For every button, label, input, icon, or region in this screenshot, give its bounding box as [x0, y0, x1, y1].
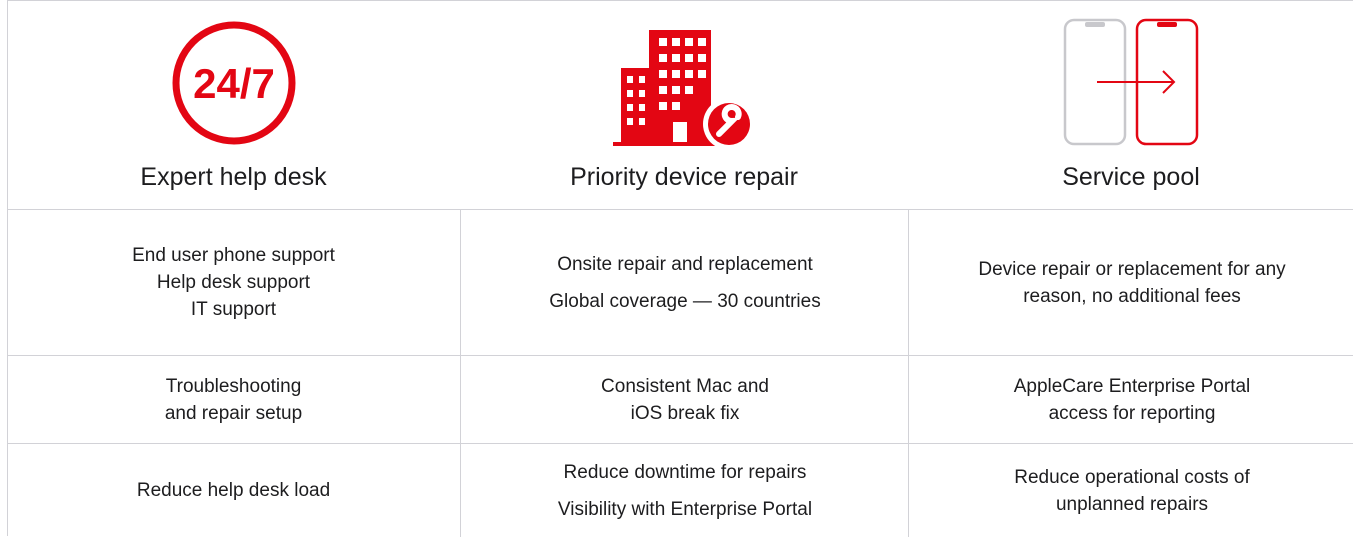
- table-cell-help-desk: Troubleshooting and repair setup: [8, 356, 459, 443]
- building-repair-icon: [460, 19, 908, 148]
- table-row: End user phone support Help desk support…: [8, 210, 1353, 356]
- cell-line: Reduce operational costs of: [1014, 466, 1250, 488]
- cell-line: Visibility with Enterprise Portal: [557, 498, 813, 520]
- cell-line: reason, no additional fees: [1023, 285, 1241, 307]
- table-cell-help-desk: Reduce help desk load: [8, 444, 459, 537]
- cell-line: and repair setup: [164, 402, 303, 424]
- table-cell-device-repair: Reduce downtime for repairs Visibility w…: [460, 444, 909, 537]
- header-title-service-pool: Service pool: [1062, 163, 1200, 191]
- 24-7-icon-text: 24/7: [193, 60, 275, 107]
- cell-line: Onsite repair and replacement: [557, 253, 813, 275]
- header-title-priority-device-repair: Priority device repair: [570, 163, 798, 191]
- header-priority-device-repair: Priority device repair: [460, 1, 908, 209]
- cell-line: End user phone support: [132, 245, 335, 266]
- cell-line: Reduce help desk load: [136, 480, 331, 501]
- table-cell-service-pool: Device repair or replacement for any rea…: [908, 210, 1353, 355]
- cell-line: iOS break fix: [630, 402, 740, 424]
- table-cell-device-repair: Onsite repair and replacement Global cov…: [460, 210, 909, 355]
- table-cell-service-pool: Reduce operational costs of unplanned re…: [908, 444, 1353, 537]
- cell-line: IT support: [190, 299, 277, 320]
- table-cell-device-repair: Consistent Mac and iOS break fix: [460, 356, 909, 443]
- cell-line: Global coverage — 30 countries: [549, 290, 821, 312]
- table-header: 24/7 Expert help desk Priority device re…: [8, 1, 1353, 210]
- device-swap-icon: [908, 18, 1353, 147]
- table-row: Troubleshooting and repair setup Consist…: [8, 356, 1353, 444]
- cell-line: Help desk support: [156, 272, 311, 293]
- cell-line: Consistent Mac and: [601, 375, 769, 397]
- cell-line: AppleCare Enterprise Portal: [1013, 375, 1251, 397]
- header-service-pool: Service pool: [908, 1, 1353, 209]
- table-cell-help-desk: End user phone support Help desk support…: [8, 210, 459, 355]
- cell-line: access for reporting: [1048, 402, 1216, 424]
- table-row: Reduce help desk load Reduce downtime fo…: [8, 444, 1353, 537]
- header-title-expert-help-desk: Expert help desk: [140, 163, 327, 191]
- cell-line: Device repair or replacement for any: [978, 258, 1286, 280]
- 24-7-icon: 24/7: [8, 19, 459, 147]
- table-cell-service-pool: AppleCare Enterprise Portal access for r…: [908, 356, 1353, 443]
- header-expert-help-desk: 24/7 Expert help desk: [8, 1, 459, 209]
- cell-line: Reduce downtime for repairs: [563, 461, 807, 483]
- cell-line: Troubleshooting: [165, 375, 302, 397]
- comparison-table: 24/7 Expert help desk Priority device re…: [7, 0, 1353, 537]
- cell-line: unplanned repairs: [1055, 493, 1209, 515]
